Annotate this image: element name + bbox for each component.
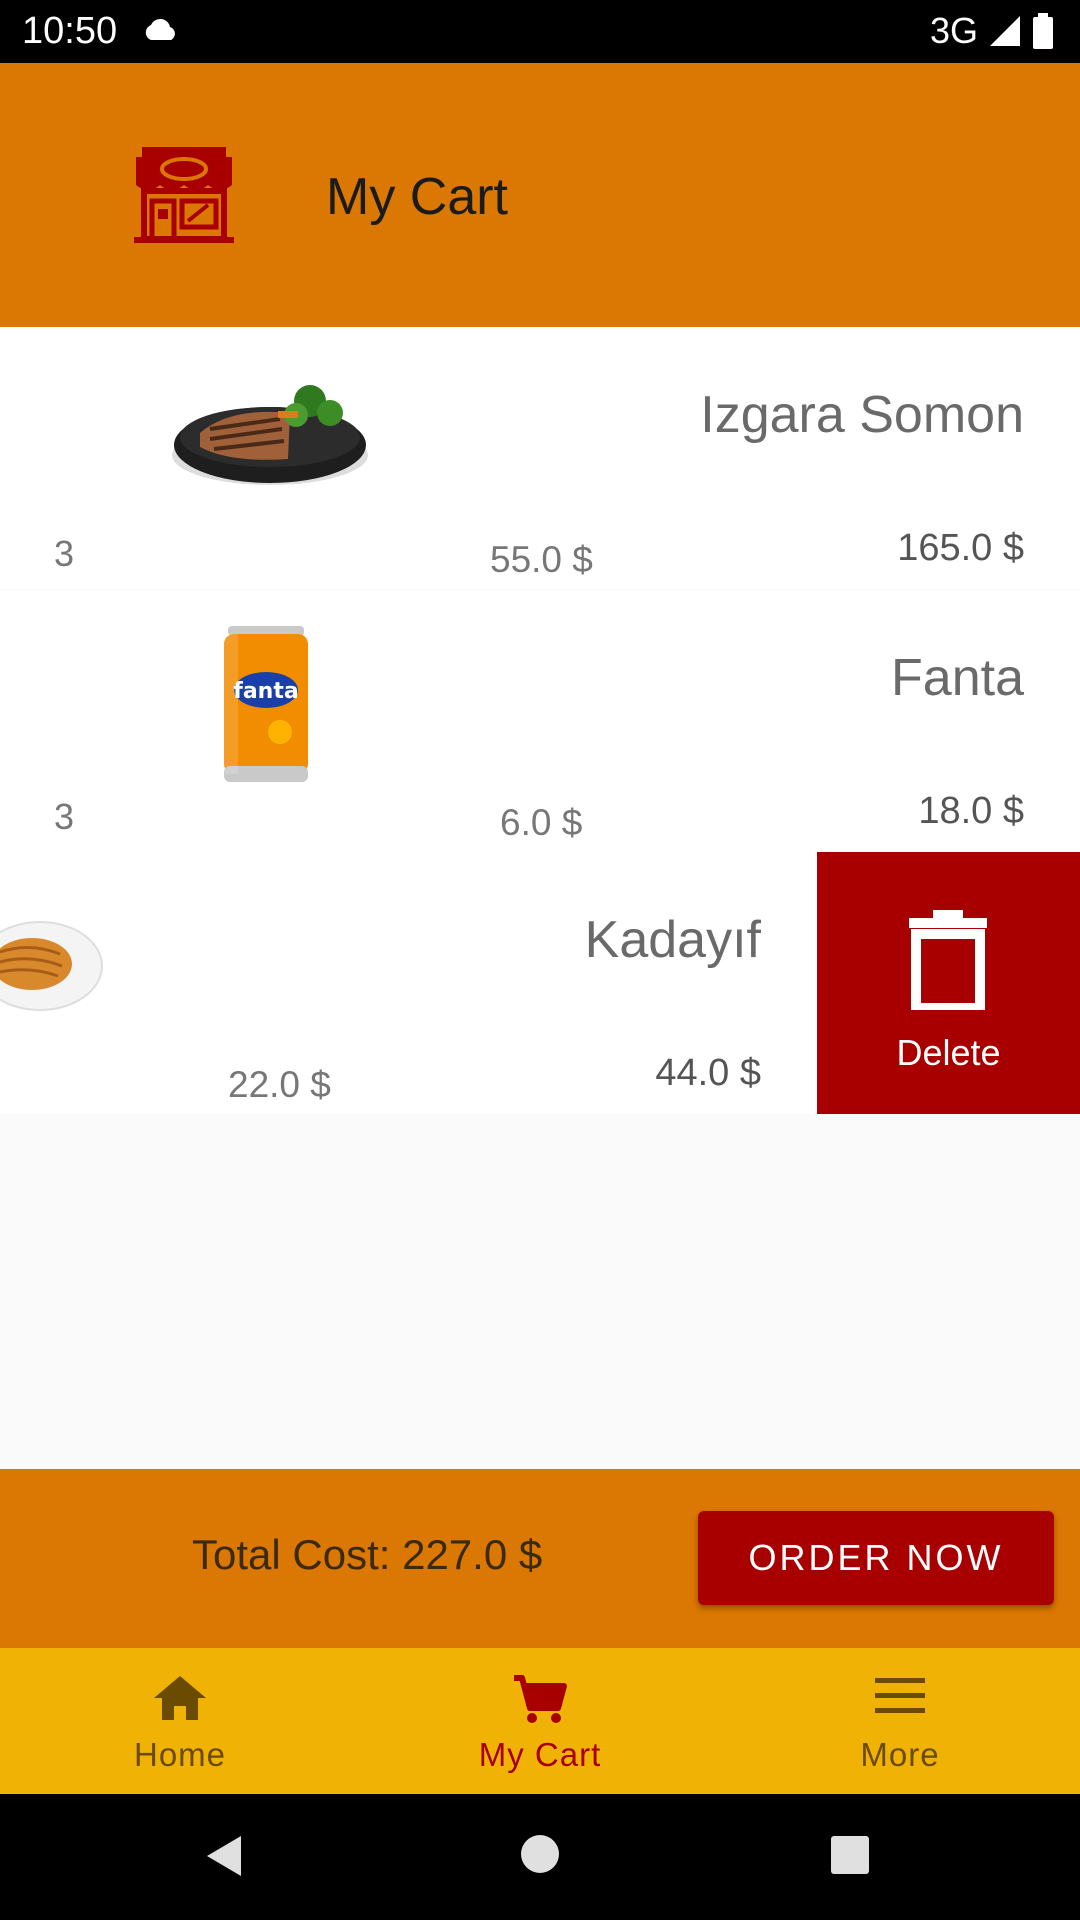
status-icons: 3G [930, 10, 1054, 52]
total-cost: Total Cost: 227.0 $ [192, 1531, 543, 1578]
item-quantity: 3 [54, 533, 75, 574]
system-nav-bar [0, 1794, 1080, 1920]
bottom-nav: Home My Cart More [0, 1648, 1080, 1794]
battery-icon [1033, 13, 1053, 49]
grilled-salmon-image [172, 385, 368, 485]
home-icon [154, 1676, 206, 1720]
delete-button[interactable]: Delete [817, 852, 1080, 1114]
nav-label: More [860, 1736, 940, 1773]
nav-item-home[interactable]: Home [0, 1648, 360, 1794]
trash-icon [909, 910, 987, 1010]
order-now-button[interactable]: ORDER NOW [698, 1511, 1054, 1605]
item-quantity: 3 [54, 796, 75, 837]
back-icon[interactable] [205, 1834, 243, 1878]
item-unit-price: 22.0 $ [228, 1064, 331, 1105]
item-unit-price: 6.0 $ [500, 802, 583, 843]
fanta-can-image: fanta [224, 626, 308, 782]
status-bar: 10:50 3G [0, 0, 1080, 63]
cart-item-swiped[interactable]: Kadayıf 22.0 $ 44.0 $ [0, 852, 817, 1114]
nav-label: Home [133, 1736, 227, 1773]
page-title: My Cart [326, 168, 508, 226]
app-bar: My Cart [0, 63, 1080, 327]
checkout-bar: Total Cost: 227.0 $ ORDER NOW [0, 1469, 1080, 1648]
status-time: 10:50 [22, 10, 118, 52]
nav-item-more[interactable]: More [720, 1648, 1080, 1794]
nav-item-my-cart[interactable]: My Cart [360, 1648, 720, 1794]
cloud-icon [145, 18, 175, 40]
home-circle-icon[interactable] [520, 1834, 560, 1874]
cart-item[interactable]: fanta Fanta 3 6.0 $ 18.0 $ [0, 590, 1080, 852]
item-name: Izgara Somon [700, 386, 1024, 444]
item-total: 18.0 $ [918, 790, 1024, 832]
delete-label: Delete [896, 1032, 1001, 1073]
menu-icon [875, 1678, 925, 1713]
svg-text:fanta: fanta [233, 679, 298, 704]
kadayif-image [0, 921, 103, 1011]
nav-label: My Cart [478, 1736, 602, 1773]
cart-icon [514, 1675, 567, 1723]
signal-icon [990, 16, 1020, 46]
store-icon [134, 147, 234, 243]
recents-icon[interactable] [831, 1836, 869, 1874]
cart-item[interactable]: Izgara Somon 3 55.0 $ 165.0 $ [0, 327, 1080, 589]
item-unit-price: 55.0 $ [490, 539, 593, 580]
network-type: 3G [929, 10, 978, 51]
item-name: Kadayıf [584, 911, 761, 969]
item-name: Fanta [891, 649, 1024, 707]
item-total: 165.0 $ [897, 527, 1024, 569]
item-total: 44.0 $ [655, 1052, 761, 1094]
